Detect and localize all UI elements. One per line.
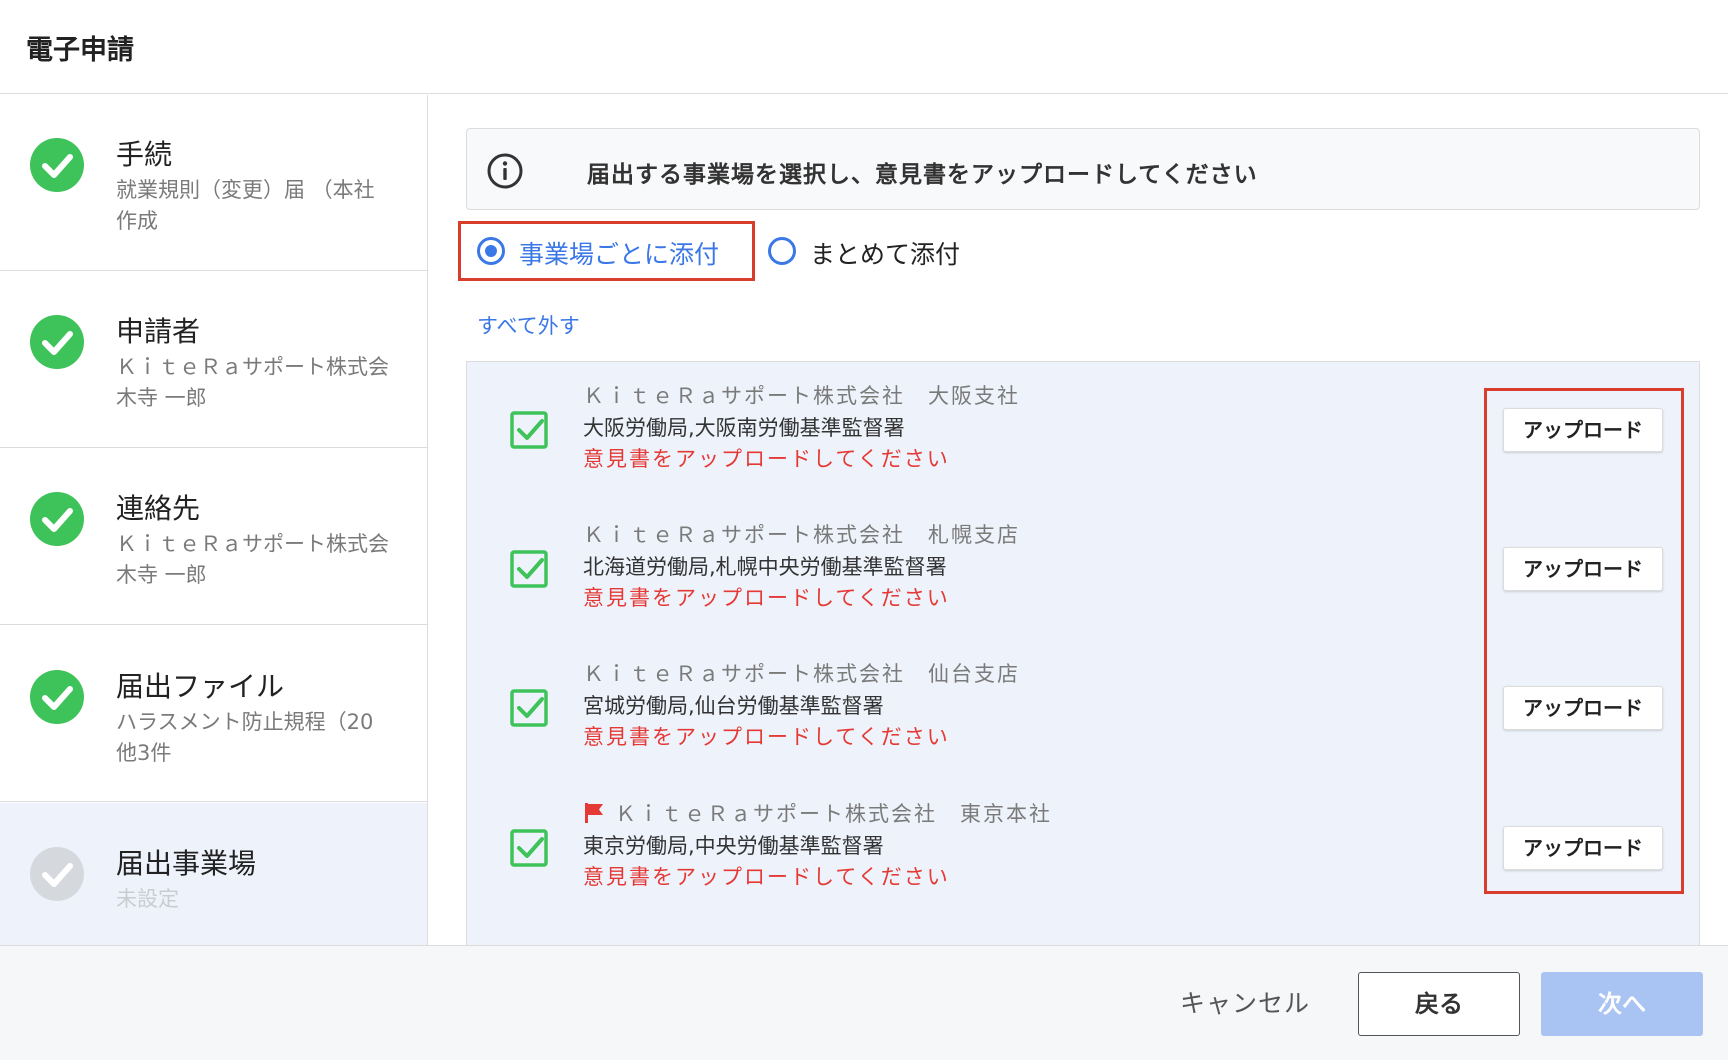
upload-button[interactable]: アップロード xyxy=(1503,686,1663,730)
office-name: ＫｉｔｅＲａサポート株式会社 東京本社 xyxy=(615,802,1052,826)
office-row: ＫｉｔｅＲａサポート株式会社 東京本社 東京労働局,中央労働基準監督署 意見書を… xyxy=(467,780,1699,920)
main-panel: 届出する事業場を選択し、意見書をアップロードしてください 事業場ごとに添付 まと… xyxy=(428,95,1728,945)
check-circle-icon xyxy=(30,315,84,369)
step-summary: 就業規則（変更）届 （本社 xyxy=(116,178,375,202)
checkbox-checked-icon[interactable] xyxy=(509,688,551,730)
flag-icon xyxy=(585,803,603,823)
step-procedure[interactable]: 手続 就業規則（変更）届 （本社 作成 xyxy=(0,95,427,271)
upload-warning: 意見書をアップロードしてください xyxy=(583,725,950,749)
radio-per-office[interactable]: 事業場ごとに添付 xyxy=(458,221,755,281)
upload-button[interactable]: アップロード xyxy=(1503,547,1663,591)
office-name-with-flag: ＫｉｔｅＲａサポート株式会社 東京本社 xyxy=(583,798,1052,828)
check-circle-icon xyxy=(30,492,84,546)
step-summary: 作成 xyxy=(116,209,158,233)
radio-unselected-icon xyxy=(768,237,796,265)
step-summary: 未設定 xyxy=(116,887,179,911)
step-offices[interactable]: 届出事業場 未設定 xyxy=(0,803,427,945)
step-label: 届出ファイル xyxy=(116,670,285,703)
step-label: 連絡先 xyxy=(116,492,201,525)
office-bureau: 北海道労働局,札幌中央労働基準監督署 xyxy=(583,555,947,579)
office-bureau: 宮城労働局,仙台労働基準監督署 xyxy=(583,694,884,718)
radio-selected-icon xyxy=(477,237,505,265)
back-button[interactable]: 戻る xyxy=(1358,972,1520,1036)
deselect-all-link[interactable]: すべて外す xyxy=(477,310,580,340)
step-contact[interactable]: 連絡先 ＫｉｔｅＲａサポート株式会 木寺 一郎 xyxy=(0,449,427,625)
radio-bulk[interactable]: まとめて添付 xyxy=(765,221,1005,281)
step-summary: ＫｉｔｅＲａサポート株式会 xyxy=(116,532,389,556)
office-name: ＫｉｔｅＲａサポート株式会社 仙台支店 xyxy=(583,662,1020,686)
upload-warning: 意見書をアップロードしてください xyxy=(583,447,950,471)
next-button[interactable]: 次へ xyxy=(1541,972,1703,1036)
step-summary: 木寺 一郎 xyxy=(116,563,207,587)
info-banner: 届出する事業場を選択し、意見書をアップロードしてください xyxy=(466,128,1700,210)
step-files[interactable]: 届出ファイル ハラスメント防止規程（20 他3件 xyxy=(0,626,427,802)
step-summary: ＫｉｔｅＲａサポート株式会 xyxy=(116,355,389,379)
dialog-header: 電子申請 xyxy=(0,0,1728,94)
step-summary: 木寺 一郎 xyxy=(116,386,207,410)
checkbox-checked-icon[interactable] xyxy=(509,410,551,452)
upload-warning: 意見書をアップロードしてください xyxy=(583,865,950,889)
dialog-footer: キャンセル 戻る 次へ xyxy=(0,945,1728,1060)
office-row: ＫｉｔｅＲａサポート株式会社 大阪支社 大阪労働局,大阪南労働基準監督署 意見書… xyxy=(467,362,1699,502)
upload-warning: 意見書をアップロードしてください xyxy=(583,586,950,610)
office-row: ＫｉｔｅＲａサポート株式会社 仙台支店 宮城労働局,仙台労働基準監督署 意見書を… xyxy=(467,640,1699,780)
radio-label: 事業場ごとに添付 xyxy=(519,240,720,269)
dialog-title: 電子申請 xyxy=(26,35,134,66)
upload-button[interactable]: アップロード xyxy=(1503,826,1663,870)
check-circle-icon xyxy=(30,847,84,901)
check-circle-icon xyxy=(30,138,84,192)
check-circle-icon xyxy=(30,670,84,724)
checkbox-checked-icon[interactable] xyxy=(509,549,551,591)
office-bureau: 東京労働局,中央労働基準監督署 xyxy=(583,834,884,858)
radio-label: まとめて添付 xyxy=(810,240,961,269)
step-summary: ハラスメント防止規程（20 xyxy=(116,710,374,734)
office-row: ＫｉｔｅＲａサポート株式会社 札幌支店 北海道労働局,札幌中央労働基準監督署 意… xyxy=(467,501,1699,641)
step-label: 申請者 xyxy=(116,315,201,348)
step-summary: 他3件 xyxy=(116,741,172,765)
checkbox-checked-icon[interactable] xyxy=(509,828,551,870)
office-name: ＫｉｔｅＲａサポート株式会社 大阪支社 xyxy=(583,384,1020,408)
step-label: 届出事業場 xyxy=(116,847,257,880)
banner-text: 届出する事業場を選択し、意見書をアップロードしてください xyxy=(587,162,1258,188)
step-label: 手続 xyxy=(116,138,173,171)
office-list: ＫｉｔｅＲａサポート株式会社 大阪支社 大阪労働局,大阪南労働基準監督署 意見書… xyxy=(466,361,1700,945)
upload-button[interactable]: アップロード xyxy=(1503,408,1663,452)
office-name: ＫｉｔｅＲａサポート株式会社 札幌支店 xyxy=(583,523,1020,547)
info-icon xyxy=(487,153,523,189)
cancel-button[interactable]: キャンセル xyxy=(1180,984,1310,1020)
step-sidebar: 手続 就業規則（変更）届 （本社 作成 申請者 ＫｉｔｅＲａサポート株式会 木寺… xyxy=(0,95,428,945)
office-bureau: 大阪労働局,大阪南労働基準監督署 xyxy=(583,416,905,440)
step-applicant[interactable]: 申請者 ＫｉｔｅＲａサポート株式会 木寺 一郎 xyxy=(0,272,427,448)
